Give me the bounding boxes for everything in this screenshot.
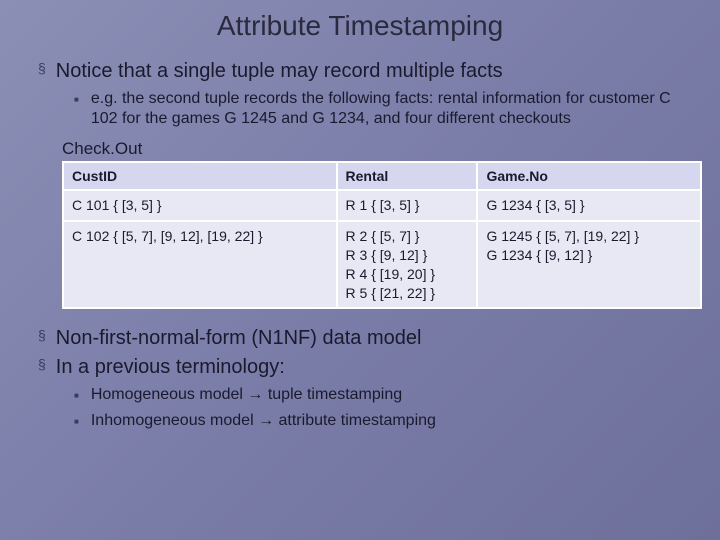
square-bullet-icon: § (38, 60, 46, 76)
small-square-bullet-icon: ■ (74, 391, 79, 400)
cell-rental: R 1 { [3, 5] } (337, 190, 478, 221)
bullet-text: In a previous terminology: (56, 356, 285, 379)
bullet-level-1: § Notice that a single tuple may record … (30, 60, 690, 83)
cell-custid: C 101 { [3, 5] } (63, 190, 337, 221)
small-square-bullet-icon: ■ (74, 95, 79, 104)
bullet-text: e.g. the second tuple records the follow… (91, 89, 690, 129)
bullet-level-1: § Non-first-normal-form (N1NF) data mode… (30, 327, 690, 350)
bullet-level-2: ■ e.g. the second tuple records the foll… (30, 89, 690, 129)
col-header-gameno: Game.No (477, 162, 701, 190)
table-header-row: CustID Rental Game.No (63, 162, 701, 190)
table-caption: Check.Out (62, 139, 690, 159)
cell-custid: C 102 { [5, 7], [9, 12], [19, 22] } (63, 221, 337, 309)
cell-gameno: G 1245 { [5, 7], [19, 22] } G 1234 { [9,… (477, 221, 701, 309)
col-header-rental: Rental (337, 162, 478, 190)
bullet-text: Inhomogeneous model → attribute timestam… (91, 411, 436, 431)
bullet-level-1: § In a previous terminology: (30, 356, 690, 379)
bullet-level-2: ■ Homogeneous model → tuple timestamping (30, 385, 690, 405)
cell-rental: R 2 { [5, 7] } R 3 { [9, 12] } R 4 { [19… (337, 221, 478, 309)
bullet-text: Non-first-normal-form (N1NF) data model (56, 327, 422, 350)
table-row: C 102 { [5, 7], [9, 12], [19, 22] } R 2 … (63, 221, 701, 309)
col-header-custid: CustID (63, 162, 337, 190)
checkout-table: CustID Rental Game.No C 101 { [3, 5] } R… (62, 161, 702, 309)
bullet-text: Notice that a single tuple may record mu… (56, 60, 503, 83)
cell-gameno: G 1234 { [3, 5] } (477, 190, 701, 221)
slide-title: Attribute Timestamping (30, 10, 690, 42)
bullet-text: Homogeneous model → tuple timestamping (91, 385, 402, 405)
square-bullet-icon: § (38, 356, 46, 372)
square-bullet-icon: § (38, 327, 46, 343)
bullet-level-2: ■ Inhomogeneous model → attribute timest… (30, 411, 690, 431)
table-row: C 101 { [3, 5] } R 1 { [3, 5] } G 1234 {… (63, 190, 701, 221)
small-square-bullet-icon: ■ (74, 417, 79, 426)
